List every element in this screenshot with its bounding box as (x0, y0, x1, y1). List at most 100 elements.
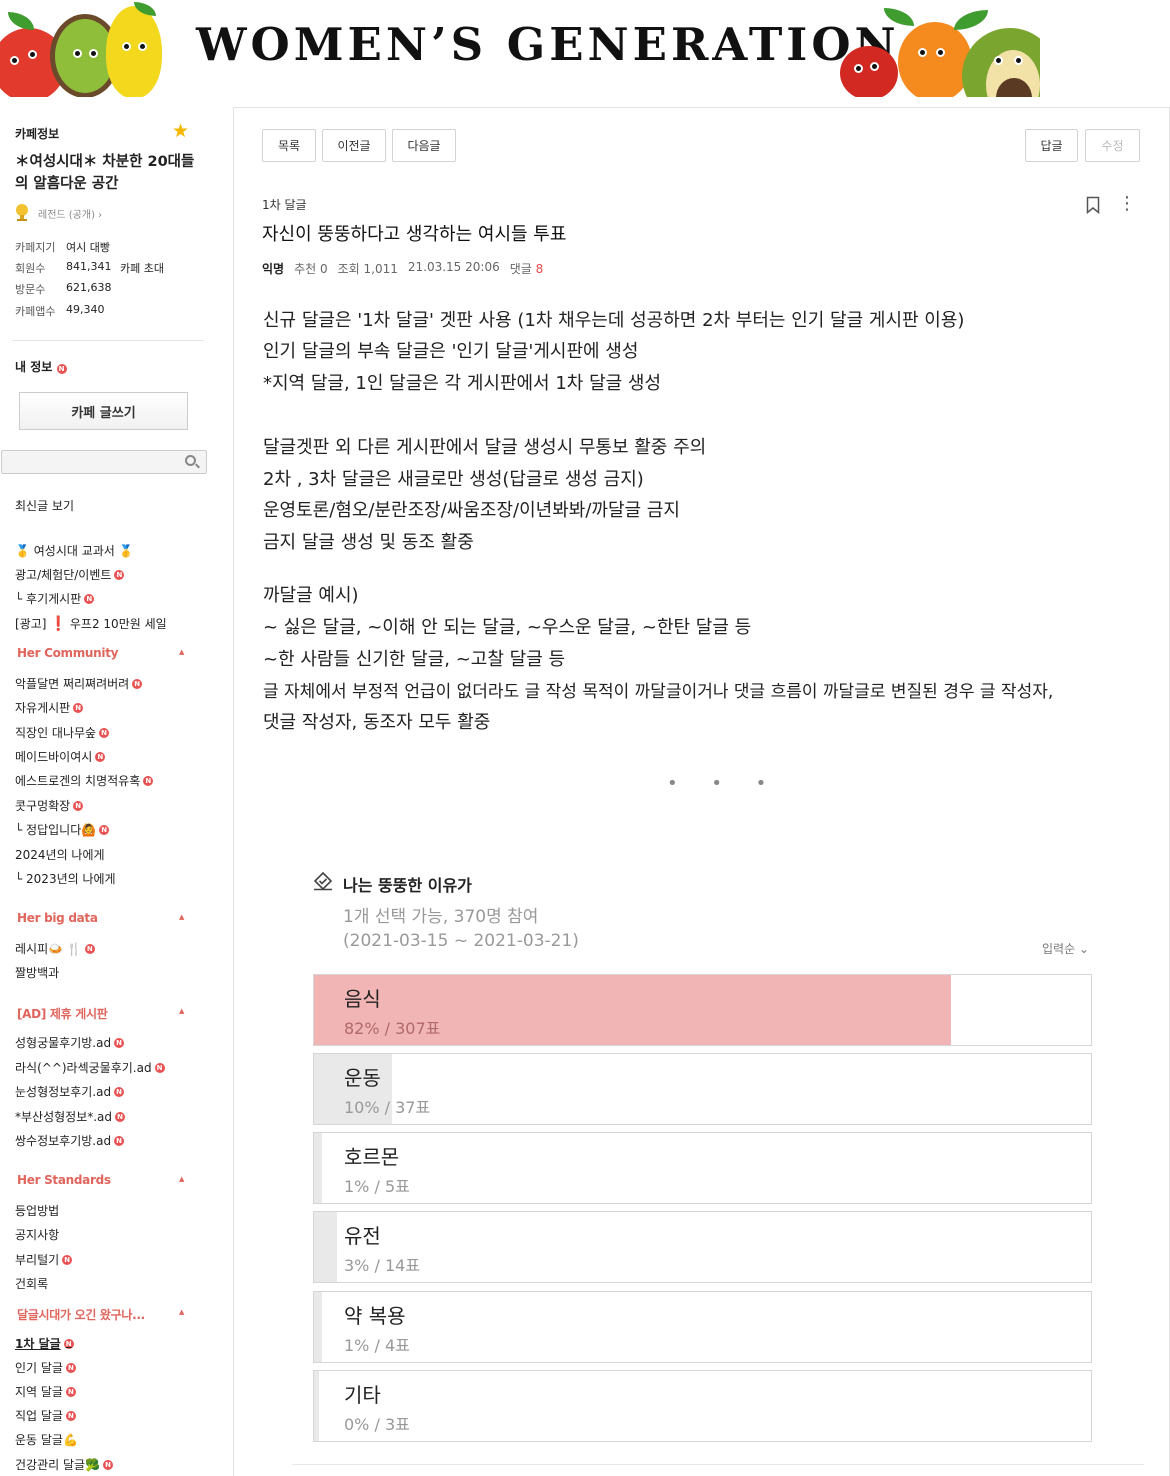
menu-item[interactable]: └ 2023년의 나에게 (15, 870, 116, 887)
group-title-her-big-data[interactable]: Her big data (17, 911, 98, 925)
menu-item[interactable]: 짤방백과 (15, 964, 59, 981)
poll-option[interactable]: 약 복용 1% / 4표 (313, 1291, 1092, 1363)
author-name[interactable]: 익명 (262, 260, 284, 277)
menu-label: 인기 달글 (15, 1361, 63, 1375)
menu-item[interactable]: 에스트로겐의 치명적유혹 N (15, 772, 154, 789)
menu-label: 광고/체험단/이벤트 (15, 568, 112, 582)
ad-menu-item[interactable]: [광고] ❗ 우프2 10만원 세일 (15, 615, 167, 632)
cafe-sidebar: 카페정보 ★ ＊여성시대＊ 차분한 20대들의 알흠다운 공간 레전드 (공개)… (0, 107, 215, 1476)
poll-option-stat: 3% / 14표 (344, 1256, 421, 1275)
menu-item[interactable]: 메이드바이여시 N (15, 748, 106, 765)
latest-posts-link[interactable]: 최신글 보기 (15, 497, 74, 514)
menu-item[interactable]: 공지사항 (15, 1226, 59, 1243)
cafe-grade[interactable]: 레전드 (공개) › (38, 206, 102, 221)
menu-item[interactable]: 2024년의 나에게 (15, 846, 105, 863)
more-options-icon[interactable]: ⋮ (1118, 194, 1136, 216)
menu-label: 성형궁물후기방.ad (15, 1036, 112, 1050)
invite-link[interactable]: 카페 초대 (120, 260, 164, 276)
menu-item[interactable]: 라식(^^)라섹궁물후기.ad N (15, 1059, 165, 1076)
app-count-label: 카페앱수 (15, 305, 56, 318)
menu-label: 에스트로겐의 치명적유혹 (15, 774, 141, 788)
new-badge: N (84, 593, 95, 604)
poll-option[interactable]: 기타 0% / 3표 (313, 1370, 1092, 1442)
body-line: 금지 달글 생성 및 동조 활중 (263, 532, 474, 553)
article-title: 자신이 뚱뚱하다고 생각하는 여시들 투표 (262, 224, 567, 245)
menu-item[interactable]: └ 후기게시판 N (15, 590, 95, 607)
menu-item[interactable]: 등업방법 (15, 1202, 59, 1219)
new-badge: N (99, 727, 110, 738)
new-badge: N (65, 1386, 76, 1397)
menu-item[interactable]: 건강관리 달글🥦 N (15, 1456, 113, 1473)
collapse-caret-icon[interactable]: ▲ (179, 1007, 184, 1015)
body-line: 운영토론/혐오/분란조장/싸움조장/이년봐봐/까달글 금지 (263, 500, 680, 521)
list-button[interactable]: 목록 (262, 129, 316, 162)
new-badge: N (65, 1362, 76, 1373)
board-name[interactable]: 1차 달글 (262, 196, 307, 213)
group-title-ad-partners[interactable]: [AD] 제휴 게시판 (17, 1005, 108, 1022)
menu-item[interactable]: 지역 달글 N (15, 1383, 76, 1400)
new-badge: N (73, 702, 84, 713)
body-line: ~한 사람들 신기한 달글, ~고찰 달글 등 (263, 649, 566, 670)
cafe-banner[interactable]: WOMEN’S GENERATION (0, 0, 1040, 97)
menu-item[interactable]: 운동 달글💪 (15, 1431, 78, 1448)
visits-value: 621,638 (66, 281, 112, 294)
menu-item[interactable]: 부리털기 N (15, 1251, 73, 1268)
menu-item[interactable]: 콧구멍확장 N (15, 797, 84, 814)
prev-post-button[interactable]: 이전글 (322, 129, 386, 162)
comments-link[interactable]: 댓글 8 (510, 260, 544, 277)
poll-result-bar (314, 1292, 322, 1362)
menu-label: 1차 달글 (15, 1337, 61, 1351)
menu-item[interactable]: 직장인 대나무숲 N (15, 724, 110, 741)
next-post-button[interactable]: 다음글 (392, 129, 456, 162)
write-post-button[interactable]: 카페 글쓰기 (19, 392, 188, 430)
cafe-name[interactable]: ＊여성시대＊ 차분한 20대들의 알흠다운 공간 (15, 151, 200, 195)
poll-title: 나는 뚱뚱한 이유가 (343, 876, 472, 895)
edit-button[interactable]: 수정 (1085, 129, 1140, 162)
new-badge: N (73, 800, 84, 811)
body-line: 까달글 예시) (263, 585, 359, 606)
comment-count: 8 (535, 262, 544, 276)
body-line: 글 자체에서 부정적 언급이 없더라도 글 작성 목적이 까달글이거나 댓글 흐… (263, 682, 1054, 702)
menu-item[interactable]: 악플달면 쩌리쪄려버려 N (15, 675, 143, 692)
star-icon[interactable]: ★ (172, 122, 189, 141)
menu-item-active[interactable]: 1차 달글 N (15, 1335, 74, 1352)
menu-label: 메이드바이여시 (15, 750, 93, 764)
leaf-icon (8, 12, 34, 30)
group-title-her-standards[interactable]: Her Standards (17, 1173, 111, 1187)
menu-item[interactable]: 건회록 (15, 1275, 48, 1292)
my-info-label[interactable]: 내 정보 N (15, 358, 67, 375)
manager-value[interactable]: 여시 대빵 (66, 239, 110, 255)
new-badge: N (99, 824, 110, 835)
menu-item[interactable]: 자유게시판 N (15, 699, 84, 716)
menu-item[interactable]: 직업 달글 N (15, 1407, 76, 1424)
poll-option[interactable]: 호르몬 1% / 5표 (313, 1132, 1092, 1204)
collapse-caret-icon[interactable]: ▲ (179, 913, 184, 921)
group-title-dalgeul[interactable]: 달글시대가 오긴 왔구나... (17, 1306, 145, 1323)
menu-item[interactable]: 성형궁물후기방.ad N (15, 1034, 125, 1051)
menu-label: 공지사항 (15, 1228, 60, 1242)
poll-option[interactable]: 운동 10% / 37표 (313, 1053, 1092, 1125)
menu-label: 부리털기 (15, 1253, 60, 1267)
group-title-her-community[interactable]: Her Community (17, 646, 119, 660)
menu-item[interactable]: └ 정답입니다🙆 N (15, 821, 110, 838)
poll-option[interactable]: 유전 3% / 14표 (313, 1211, 1092, 1283)
menu-item[interactable]: 광고/체험단/이벤트 N (15, 566, 125, 583)
search-icon[interactable] (185, 455, 196, 466)
collapse-caret-icon[interactable]: ▲ (179, 648, 184, 656)
menu-item[interactable]: 인기 달글 N (15, 1359, 76, 1376)
collapse-caret-icon[interactable]: ▲ (179, 1175, 184, 1183)
menu-item[interactable]: 레시피🍛 🍴 N (15, 940, 95, 957)
menu-item[interactable]: 🥇 여성시대 교과서 🥇 (15, 542, 134, 559)
reply-button[interactable]: 답글 (1025, 129, 1078, 162)
menu-item[interactable]: *부산성형정보*.ad N (15, 1108, 126, 1125)
sidebar-search-input[interactable] (1, 450, 207, 474)
poll-option[interactable]: 음식 82% / 307표 (313, 974, 1092, 1046)
menu-item[interactable]: 눈성형정보후기.ad N (15, 1083, 125, 1100)
bookmark-icon[interactable] (1086, 196, 1100, 214)
menu-item[interactable]: 쌍수정보후기방.ad N (15, 1132, 125, 1149)
poll-sort-dropdown[interactable]: 입력순 ⌄ (1042, 940, 1089, 957)
banner-title: WOMEN’S GENERATION (196, 18, 900, 71)
new-badge: N (95, 751, 106, 762)
collapse-caret-icon[interactable]: ▲ (179, 1308, 184, 1316)
poll-option-name: 유전 (344, 1224, 381, 1248)
